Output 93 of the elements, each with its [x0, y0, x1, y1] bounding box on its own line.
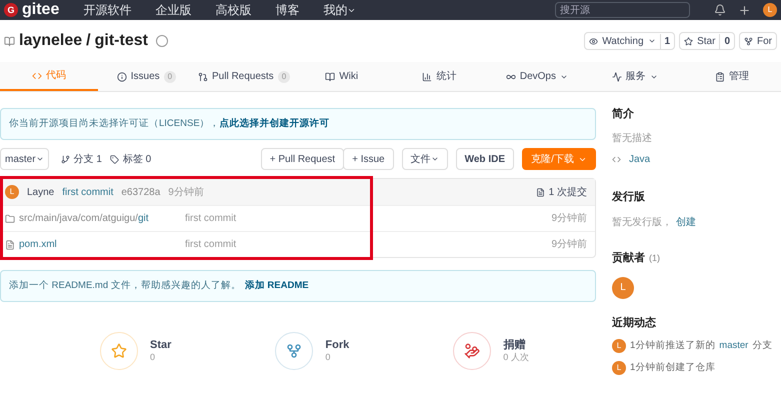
- fork-icon: [744, 36, 753, 46]
- watch-button[interactable]: Watching 1: [584, 32, 676, 50]
- repo-tab[interactable]: 管理: [683, 62, 781, 91]
- section-title: 简介: [612, 106, 635, 122]
- folder-icon: [5, 214, 15, 224]
- license-link[interactable]: 点此选择并创建开源许可: [220, 116, 330, 132]
- separator: /: [86, 31, 91, 51]
- repo-tab[interactable]: Wiki: [292, 62, 390, 91]
- info-icon: [116, 72, 127, 82]
- stat-value: 0 人次: [503, 352, 529, 364]
- badge-icon: [156, 35, 168, 47]
- repo-name[interactable]: git-test: [94, 29, 148, 53]
- toolbar-button[interactable]: Web IDE: [456, 148, 514, 170]
- section-title: 近期动态: [612, 316, 657, 330]
- repo-icon: [4, 36, 15, 46]
- gitee-logo[interactable]: G gitee: [4, 2, 60, 18]
- fork-button[interactable]: For: [739, 32, 777, 50]
- count-badge: 0: [278, 70, 290, 82]
- notice-text: 你当前开源项目尚未选择许可证（LICENSE），: [9, 116, 220, 131]
- count-badge: 0: [164, 70, 176, 82]
- nav-link[interactable]: 博客: [275, 1, 300, 19]
- repo-tab[interactable]: Pull Requests 0: [195, 62, 293, 91]
- file-link[interactable]: src/main/java/com/atguigu/git: [19, 211, 185, 226]
- hand-coin-icon: [464, 343, 480, 359]
- stat-value: 0: [325, 352, 332, 364]
- contributor-count: (1): [649, 252, 660, 265]
- repo-tab[interactable]: 统计: [390, 62, 488, 91]
- bar-chart-icon: [422, 72, 432, 82]
- stat-value: 0: [150, 352, 156, 364]
- release-text: 暂无发行版，: [612, 217, 672, 228]
- file-icon: [5, 240, 15, 250]
- toolbar-button[interactable]: 文件: [402, 148, 448, 170]
- caret-icon: [36, 155, 44, 163]
- branch-count[interactable]: 分支 1: [60, 152, 102, 166]
- repo-tab[interactable]: DevOps: [488, 62, 586, 91]
- pull-request-icon: [198, 72, 208, 82]
- tag-icon: [110, 154, 119, 164]
- code-icon: [612, 154, 621, 164]
- star-icon: [111, 343, 127, 359]
- language-link[interactable]: Java: [629, 152, 650, 166]
- branch-link[interactable]: master: [719, 340, 748, 351]
- section-title: 贡献者: [612, 250, 645, 266]
- nav-link[interactable]: 企业版: [155, 1, 192, 19]
- stat-label: Star: [150, 338, 172, 352]
- activity-avatar: L: [612, 339, 626, 354]
- repo-tab[interactable]: Issues 0: [98, 62, 196, 91]
- readme-link[interactable]: 添加 README: [244, 278, 309, 294]
- nav-link[interactable]: 高校版: [215, 1, 252, 19]
- caret-icon: [430, 155, 439, 163]
- star-icon: [684, 36, 694, 46]
- activity-text: 1分钟前创建了仓库: [630, 361, 716, 376]
- section-title: 发行版: [612, 190, 646, 204]
- author-avatar: L: [5, 185, 19, 199]
- code-icon: [32, 70, 42, 80]
- fork-button[interactable]: [275, 332, 314, 370]
- book-icon: [325, 72, 336, 82]
- stat-label: 捐赠: [503, 338, 526, 352]
- nav-link[interactable]: 开源软件: [83, 1, 132, 19]
- contributor-avatar: L: [612, 276, 634, 298]
- star-button[interactable]: Star 0: [679, 32, 735, 50]
- file-time: 9分钟前: [551, 212, 588, 226]
- tag-count[interactable]: 标签 0: [110, 152, 152, 166]
- donate-button[interactable]: [453, 332, 492, 370]
- user-avatar: L: [763, 3, 777, 17]
- eye-icon: [589, 36, 598, 46]
- notice-text: 添加一个 README.md 文件，帮助感兴趣的人了解。: [9, 278, 241, 293]
- toolbar-button[interactable]: + Pull Request: [260, 148, 344, 170]
- file-time: 9分钟前: [551, 238, 588, 252]
- description: 暂无描述: [612, 132, 653, 146]
- repo-owner[interactable]: laynelee: [19, 29, 82, 53]
- fork-icon: [286, 343, 302, 359]
- file-link[interactable]: pom.xml: [19, 237, 185, 252]
- commit-author[interactable]: Layne: [27, 184, 54, 200]
- commit-time: 9分钟前: [168, 186, 204, 200]
- commit-message[interactable]: first commit: [62, 184, 114, 200]
- create-link[interactable]: 创建: [676, 217, 696, 228]
- commit-count[interactable]: 1 次提交: [536, 184, 591, 200]
- bell-icon[interactable]: [714, 4, 726, 16]
- star-button[interactable]: [100, 332, 138, 370]
- plus-icon[interactable]: [738, 4, 751, 16]
- stat-label: Fork: [325, 338, 350, 352]
- pulse-icon: [612, 72, 622, 82]
- toolbar-button[interactable]: + Issue: [343, 148, 394, 170]
- branch-icon: [60, 154, 70, 164]
- search-field[interactable]: 搜开源: [555, 2, 690, 18]
- commits-icon: [536, 188, 545, 196]
- branch-select[interactable]: master: [0, 148, 49, 170]
- clipboard-icon: [715, 72, 726, 82]
- activity-avatar: L: [612, 361, 626, 376]
- nav-link[interactable]: 我的: [323, 1, 356, 19]
- repo-tab[interactable]: 服务: [586, 62, 684, 91]
- activity-text: 1分钟前推送了新的 master 分支: [630, 339, 772, 353]
- caret-icon: [648, 37, 656, 45]
